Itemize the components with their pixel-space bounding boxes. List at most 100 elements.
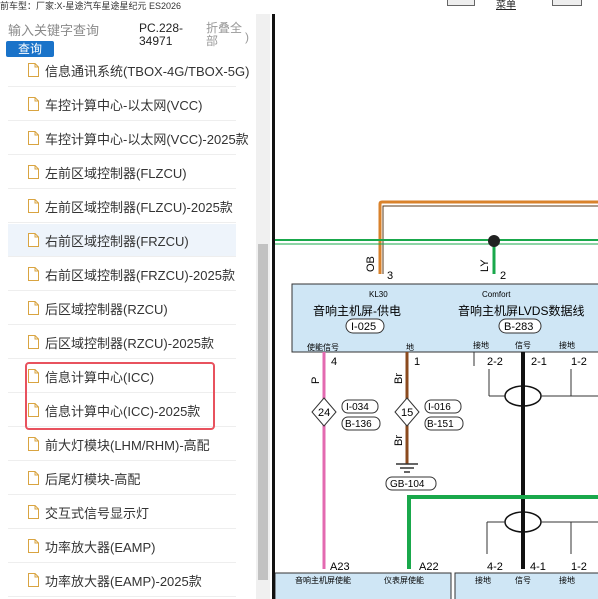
document-icon: [28, 437, 39, 451]
pin-3: 3: [387, 270, 393, 282]
list-item-label: 功率放大器(EAMP)-2025款: [45, 573, 202, 589]
bottom-gnd2-label: 接地: [559, 575, 575, 585]
menu-link[interactable]: 菜单: [496, 0, 516, 11]
list-scrollbar[interactable]: [256, 14, 270, 599]
pin-2-1: 2-1: [531, 356, 547, 368]
list-item[interactable]: 功率放大器(EAMP): [8, 530, 236, 563]
list-item-label: 后区域控制器(RZCU): [45, 301, 168, 317]
ground-ref[interactable]: GB-104: [390, 479, 425, 490]
document-icon: [28, 199, 39, 213]
bottom-signal-label: 信号: [515, 575, 531, 585]
document-icon: [28, 233, 39, 247]
document-icon: [28, 301, 39, 315]
pin-a23: A23: [330, 561, 350, 573]
list-item-label: 后区域控制器(RZCU)-2025款: [45, 335, 215, 351]
ground-small-label: 地: [406, 342, 414, 352]
pin-1: 1: [414, 356, 420, 368]
label-br: Br: [393, 373, 405, 384]
document-icon: [28, 539, 39, 553]
pin-2: 2: [500, 270, 506, 282]
list-item[interactable]: 前大灯模块(LHM/RHM)-高配: [8, 428, 236, 461]
document-icon: [28, 131, 39, 145]
wire-green-return: [407, 495, 598, 569]
gnd-a-label: 接地: [473, 340, 489, 350]
document-icon: [28, 471, 39, 485]
selection-highlight: [25, 362, 215, 430]
document-icon: [28, 505, 39, 519]
top-bar: 前车型：厂家:X-星途汽车星途星纪元 ES2026 菜单: [0, 0, 598, 14]
kl30-label: KL30: [369, 290, 388, 299]
document-icon: [28, 165, 39, 179]
ref-i016[interactable]: I-016: [428, 402, 451, 413]
list-item[interactable]: 右前区域控制器(FRZCU)-2025款: [8, 258, 236, 291]
list-item[interactable]: 左前区域控制器(FLZCU)-2025款: [8, 190, 236, 223]
document-icon: [28, 63, 39, 77]
document-icon: [28, 97, 39, 111]
list-item[interactable]: 右前区域控制器(FRZCU): [8, 224, 236, 257]
list-item[interactable]: 后区域控制器(RZCU): [8, 292, 236, 325]
gnd-b-label: 接地: [559, 340, 575, 350]
pin-4: 4: [331, 356, 337, 368]
scroll-thumb[interactable]: [258, 244, 268, 580]
search-button[interactable]: 查询: [6, 41, 54, 57]
enable-signal-label: 使能信号: [307, 342, 339, 352]
pin-1-2: 1-2: [571, 356, 587, 368]
list-item-label: 车控计算中心-以太网(VCC): [45, 97, 203, 113]
list-item[interactable]: 车控计算中心-以太网(VCC): [8, 88, 236, 121]
list-item-label: 交互式信号显示灯: [45, 505, 150, 521]
splice-24[interactable]: 24: [318, 407, 330, 419]
list-item-label: 右前区域控制器(FRZCU): [45, 233, 189, 249]
ref-b151[interactable]: B-151: [427, 419, 454, 430]
lvds-ref[interactable]: B-283: [504, 321, 533, 333]
pin-a22: A22: [419, 561, 439, 573]
ref-b136[interactable]: B-136: [345, 419, 372, 430]
list-item-label: 左前区域控制器(FLZCU)-2025款: [45, 199, 233, 215]
splice-dot: [488, 235, 500, 247]
document-icon: [28, 573, 39, 587]
list-item-label: 右前区域控制器(FRZCU)-2025款: [45, 267, 235, 283]
label-ob: OB: [365, 256, 377, 272]
bottom-enable-label: 音响主机屏使能: [295, 575, 351, 585]
lvds-title: 音响主机屏LVDS数据线: [458, 303, 584, 318]
list-item[interactable]: 功率放大器(EAMP)-2025款: [8, 564, 236, 597]
pin-4-2: 4-2: [487, 561, 503, 573]
ref-i034[interactable]: I-034: [346, 402, 369, 413]
supply-title: 音响主机屏-供电: [313, 303, 401, 318]
list-item-label: 信息通讯系统(TBOX-4G/TBOX-5G): [45, 63, 250, 79]
vehicle-breadcrumb: 前车型：厂家:X-星途汽车星途星纪元 ES2026: [0, 1, 182, 11]
wiring-diagram[interactable]: OB 3 LY 2 KL30 Comfort 音响主机屏-供电 I-025 音响…: [275, 14, 598, 599]
bottom-gnd-label: 接地: [475, 575, 491, 585]
list-item-label: 左前区域控制器(FLZCU): [45, 165, 187, 181]
supply-ref[interactable]: I-025: [351, 321, 376, 333]
list-item[interactable]: 交互式信号显示灯: [8, 496, 236, 529]
list-item-label: 功率放大器(EAMP): [45, 539, 156, 555]
bottom-cluster-label: 仪表屏使能: [384, 575, 424, 585]
splice-15[interactable]: 15: [401, 407, 413, 419]
connector-box-upper: [291, 283, 598, 353]
label-ly: LY: [479, 259, 491, 272]
list-item[interactable]: 车控计算中心-以太网(VCC)-2025款: [8, 122, 249, 155]
list-item-label: 前大灯模块(LHM/RHM)-高配: [45, 437, 210, 453]
toolbar-button-2[interactable]: [552, 0, 582, 6]
search-input[interactable]: [2, 19, 130, 41]
list-item[interactable]: 后区域控制器(RZCU)-2025款: [8, 326, 236, 359]
toolbar-button[interactable]: [447, 0, 475, 6]
list-item-label: 车控计算中心-以太网(VCC)-2025款: [45, 131, 249, 147]
part-code: PC.228-34971: [139, 21, 184, 48]
list-item[interactable]: 信息通讯系统(TBOX-4G/TBOX-5G): [8, 56, 249, 87]
comfort-label: Comfort: [482, 290, 511, 299]
collapse-paren: ): [245, 30, 249, 44]
pin-4-1: 4-1: [530, 561, 546, 573]
label-br-2: Br: [393, 435, 405, 446]
circuit-list: 信息通讯系统(TBOX-4G/TBOX-5G) 车控计算中心-以太网(VCC) 车控…: [0, 56, 255, 599]
pin-2-2: 2-2: [487, 356, 503, 368]
document-icon: [28, 335, 39, 349]
signal-a-label: 信号: [515, 340, 531, 350]
list-item-label: 后尾灯模块-高配: [45, 471, 141, 487]
list-item[interactable]: 左前区域控制器(FLZCU): [8, 156, 236, 189]
collapse-all-button[interactable]: 折叠全部: [206, 22, 248, 48]
label-p: P: [310, 377, 322, 384]
document-icon: [28, 267, 39, 281]
list-item[interactable]: 后尾灯模块-高配: [8, 462, 236, 495]
pin-1-2b: 1-2: [571, 561, 587, 573]
